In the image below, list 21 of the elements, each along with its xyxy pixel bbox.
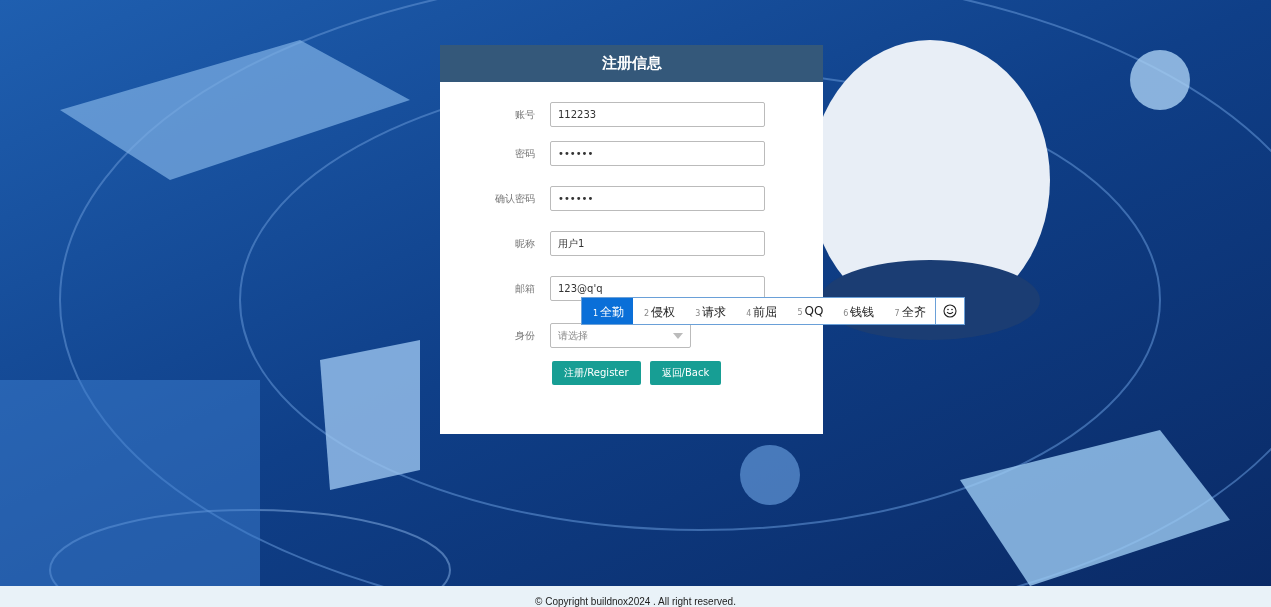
field-label: 密码 — [514, 146, 535, 161]
ime-candidate[interactable]: 3 请求 — [684, 298, 736, 324]
copyright-text: © Copyright buildnox2024 . All right reserved. — [535, 596, 736, 607]
caret-icon — [673, 332, 683, 339]
input-field[interactable]: •••••• — [550, 186, 765, 211]
field-label: 账号 — [514, 107, 535, 122]
input-field[interactable]: 112233 — [550, 102, 765, 127]
ime-candidate[interactable]: 2 侵权 — [633, 298, 685, 324]
field-label: 身份 — [514, 328, 535, 343]
input-field[interactable]: 用户1 — [550, 231, 765, 256]
field-label: 邮箱 — [514, 281, 535, 296]
smiley-icon — [942, 304, 957, 318]
ime-candidate[interactable]: 1 全勤 — [582, 298, 634, 324]
field-label: 确认密码 — [494, 191, 535, 206]
ime-candidate[interactable]: 6 钱钱 — [832, 298, 884, 324]
ime-candidate[interactable]: 4 前屈 — [735, 298, 787, 324]
ime-candidate[interactable]: 7 全齐 — [883, 298, 935, 324]
ime-candidate[interactable]: 5 QQ — [786, 298, 833, 324]
form-title: 注册信息 — [601, 54, 662, 73]
field-label: 昵称 — [514, 236, 535, 251]
input-field[interactable]: •••••• — [550, 141, 765, 166]
